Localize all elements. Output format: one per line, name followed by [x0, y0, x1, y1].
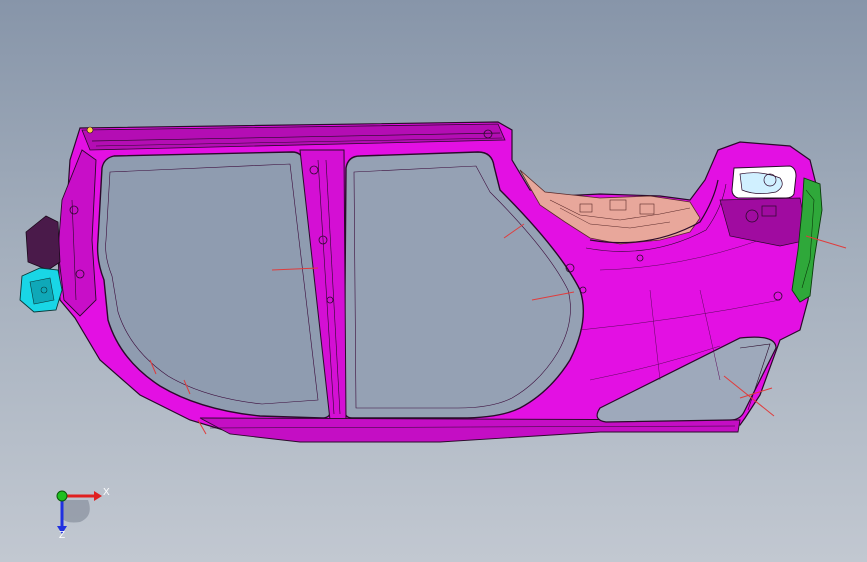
body-side-panel-model[interactable]: [0, 0, 867, 562]
triad-x-label: X: [103, 487, 110, 498]
triad-y-axis: [56, 490, 68, 502]
triad-x-arrow: [94, 491, 102, 501]
triad-shadow: [62, 500, 90, 523]
a-pillar-front: [57, 149, 97, 317]
front-hinge-bracket: [25, 215, 61, 271]
cad-viewport[interactable]: X Z: [0, 0, 867, 562]
triad-z-label: Z: [59, 530, 66, 541]
